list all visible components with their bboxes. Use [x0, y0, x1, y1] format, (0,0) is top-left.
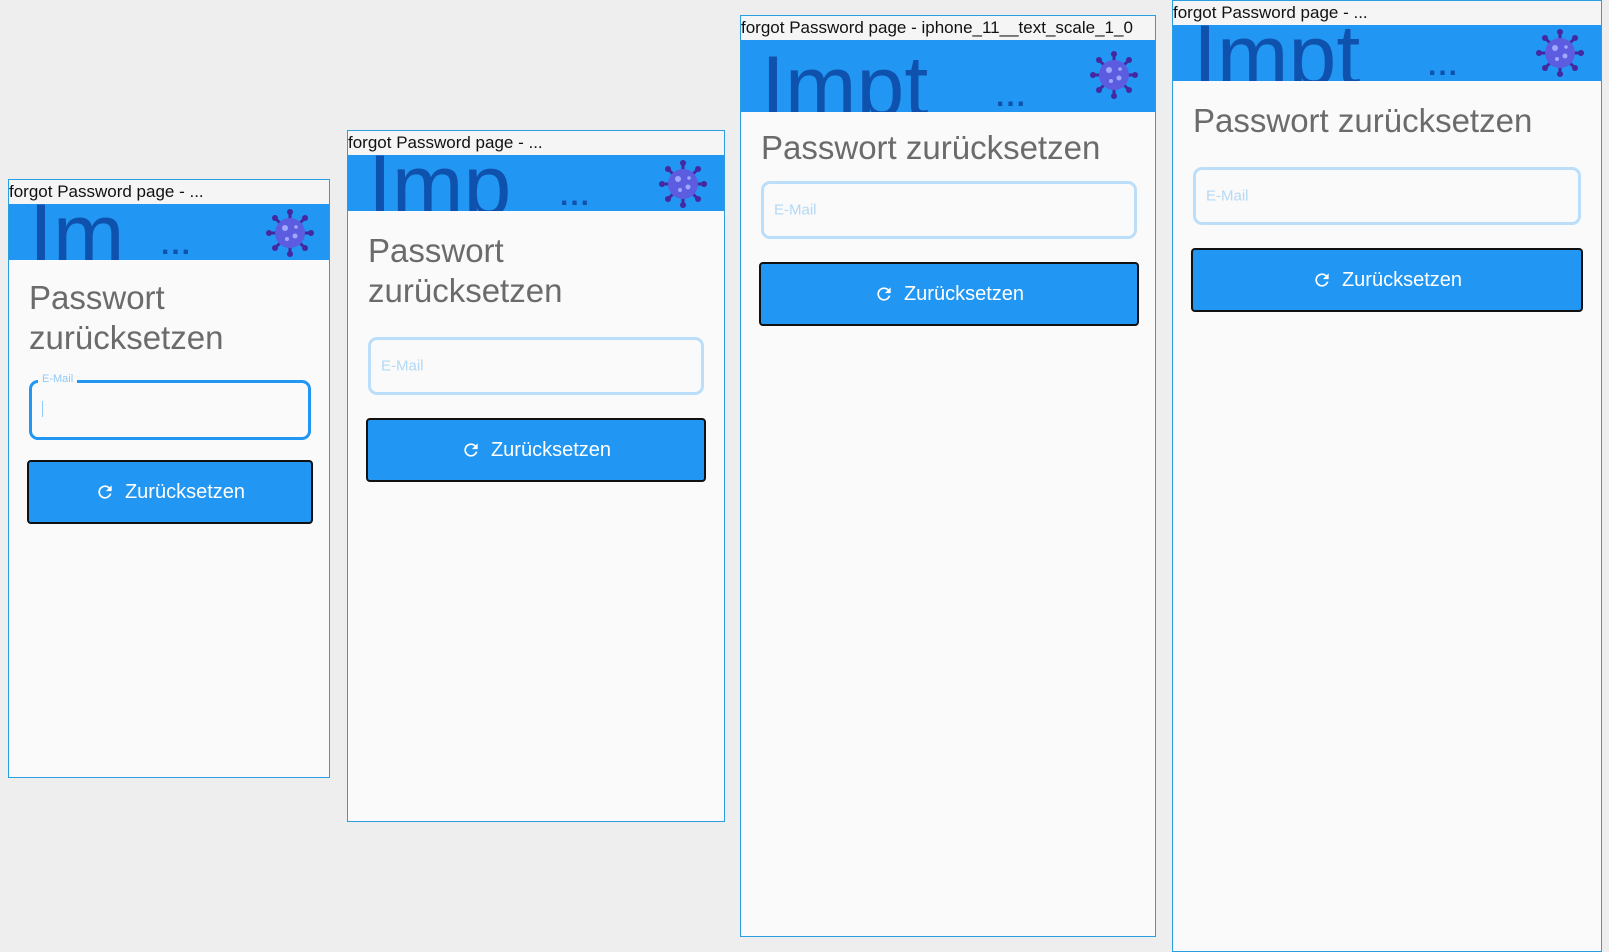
app-bar-ellipsis: ...: [560, 179, 592, 211]
email-field-placeholder: E-Mail: [381, 357, 424, 375]
app-bar: Impt ...: [741, 40, 1155, 112]
email-field-placeholder: E-Mail: [774, 201, 817, 219]
page-title: Passwort zurücksetzen: [29, 278, 223, 358]
email-field[interactable]: E-Mail: [1193, 167, 1581, 225]
device-frame-1: forgot Password page - ... Im ... Passwo…: [8, 179, 330, 778]
app-bar-ellipsis: ...: [161, 228, 193, 260]
frame-label: forgot Password page - ...: [348, 131, 724, 156]
app-bar-title: Imp: [368, 155, 512, 211]
refresh-icon: [98, 485, 112, 499]
page-title: Passwort zurücksetzen: [761, 129, 1101, 166]
refresh-icon: [464, 443, 478, 457]
virus-icon: [659, 160, 707, 208]
frame-label: forgot Password page - ...: [9, 180, 329, 205]
app-bar-ellipsis: ...: [1428, 49, 1460, 81]
page-title-line1: Passwort: [29, 279, 165, 316]
reset-button[interactable]: Zurücksetzen: [27, 460, 313, 524]
email-field[interactable]: E-Mail: [761, 181, 1137, 239]
app-bar-ellipsis: ...: [996, 80, 1028, 112]
email-field-placeholder: E-Mail: [1206, 187, 1249, 205]
app-bar-title: Impt: [761, 40, 929, 112]
email-field[interactable]: E-Mail: [29, 373, 311, 440]
app-bar: Impt ...: [1173, 25, 1601, 81]
frame-label: forgot Password page - iphone_11__text_s…: [741, 16, 1155, 41]
virus-icon: [266, 209, 314, 257]
virus-icon: [1090, 51, 1138, 99]
reset-button-label: Zurücksetzen: [124, 480, 246, 503]
frame-label: forgot Password page - ...: [1173, 1, 1601, 26]
text-caret: [42, 401, 43, 417]
email-field-label: E-Mail: [38, 373, 78, 385]
page-title-line2: zurücksetzen: [29, 319, 224, 356]
refresh-icon: [877, 287, 891, 301]
app-bar-title: Im: [29, 204, 125, 260]
reset-button-label: Zurücksetzen: [490, 438, 612, 461]
app-bar: Imp ...: [348, 155, 724, 211]
app-bar: Im ...: [9, 204, 329, 260]
device-frame-4: forgot Password page - ... Impt ... Pass…: [1172, 0, 1602, 952]
reset-button[interactable]: Zurücksetzen: [1191, 248, 1583, 312]
reset-button-label: Zurücksetzen: [903, 282, 1025, 305]
page-title-line1: Passwort: [368, 232, 504, 269]
reset-button[interactable]: Zurücksetzen: [366, 418, 706, 482]
reset-button[interactable]: Zurücksetzen: [759, 262, 1139, 326]
device-frame-2: forgot Password page - ... Imp ... Passw…: [347, 130, 725, 822]
app-bar-title: Impt: [1193, 25, 1361, 81]
refresh-icon: [1315, 273, 1329, 287]
page-title-line2: zurücksetzen: [368, 272, 563, 309]
page-title: Passwort zurücksetzen: [368, 231, 562, 311]
page-title: Passwort zurücksetzen: [1193, 102, 1533, 139]
reset-button-label: Zurücksetzen: [1341, 268, 1463, 291]
virus-icon: [1536, 29, 1584, 77]
device-frame-3: forgot Password page - iphone_11__text_s…: [740, 15, 1156, 937]
email-field[interactable]: E-Mail: [368, 337, 704, 395]
